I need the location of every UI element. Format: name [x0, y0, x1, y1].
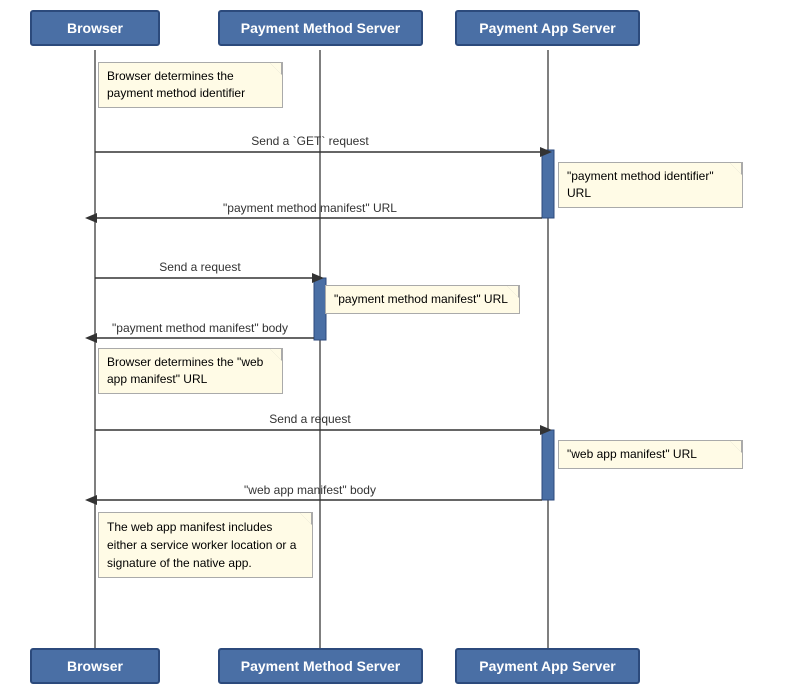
footer-payment-method: Payment Method Server — [218, 648, 423, 684]
note-web-app-manifest-url: "web app manifest" URL — [558, 440, 743, 469]
header-payment-app: Payment App Server — [455, 10, 640, 46]
sequence-diagram: Send a `GET` request "payment method man… — [0, 0, 800, 698]
note-browser-determines: Browser determines the payment method id… — [98, 62, 283, 108]
svg-text:Send a `GET` request: Send a `GET` request — [251, 134, 369, 148]
header-browser: Browser — [30, 10, 160, 46]
svg-text:Send a request: Send a request — [269, 412, 351, 426]
note-payment-method-identifier-url: "payment method identifier" URL — [558, 162, 743, 208]
svg-text:"payment method manifest" URL: "payment method manifest" URL — [223, 201, 397, 215]
svg-text:Send a request: Send a request — [159, 260, 241, 274]
note-payment-method-manifest-url: "payment method manifest" URL — [325, 285, 520, 314]
note-browser-determines-webapp: Browser determines the "web app manifest… — [98, 348, 283, 394]
svg-text:"web app manifest" body: "web app manifest" body — [244, 483, 376, 497]
footer-payment-app: Payment App Server — [455, 648, 640, 684]
footer-browser: Browser — [30, 648, 160, 684]
svg-text:"payment method manifest" body: "payment method manifest" body — [112, 321, 288, 335]
header-payment-method: Payment Method Server — [218, 10, 423, 46]
note-web-app-manifest-info: The web app manifest includes either a s… — [98, 512, 313, 578]
